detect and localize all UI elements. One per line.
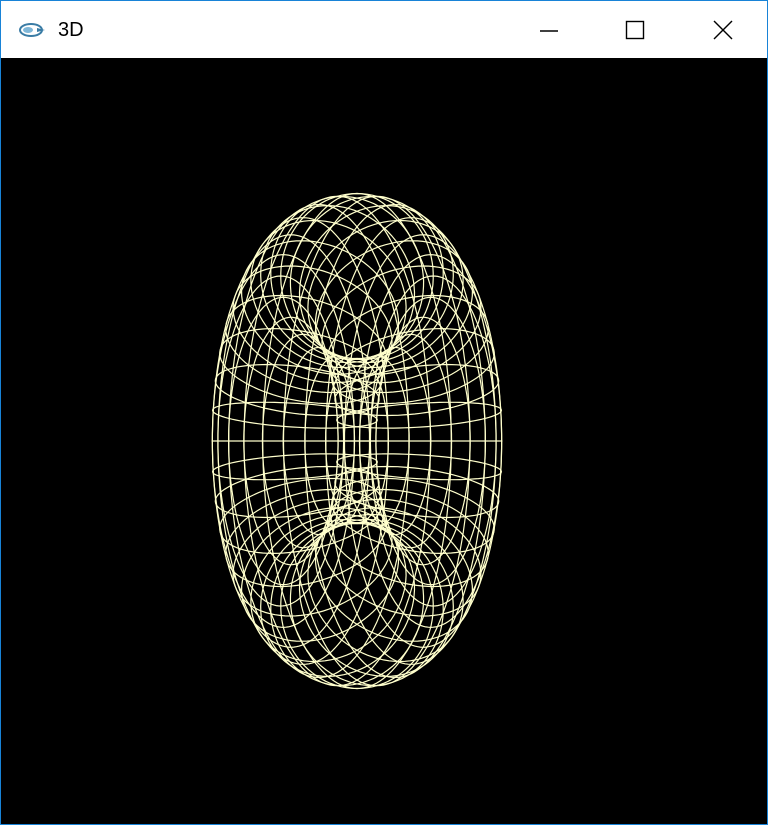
title-bar[interactable]: 3D — [1, 1, 767, 58]
close-icon — [713, 20, 733, 39]
minimize-button[interactable] — [505, 1, 593, 58]
window-title: 3D — [58, 19, 84, 41]
render-canvas[interactable] — [1, 58, 767, 824]
minimize-icon — [540, 29, 558, 32]
app-window: 3D — [0, 0, 768, 825]
app-icon — [19, 23, 45, 37]
close-button[interactable] — [679, 1, 767, 58]
maximize-icon — [625, 20, 645, 39]
torus-wireframe — [211, 192, 503, 690]
maximize-button[interactable] — [591, 1, 679, 58]
